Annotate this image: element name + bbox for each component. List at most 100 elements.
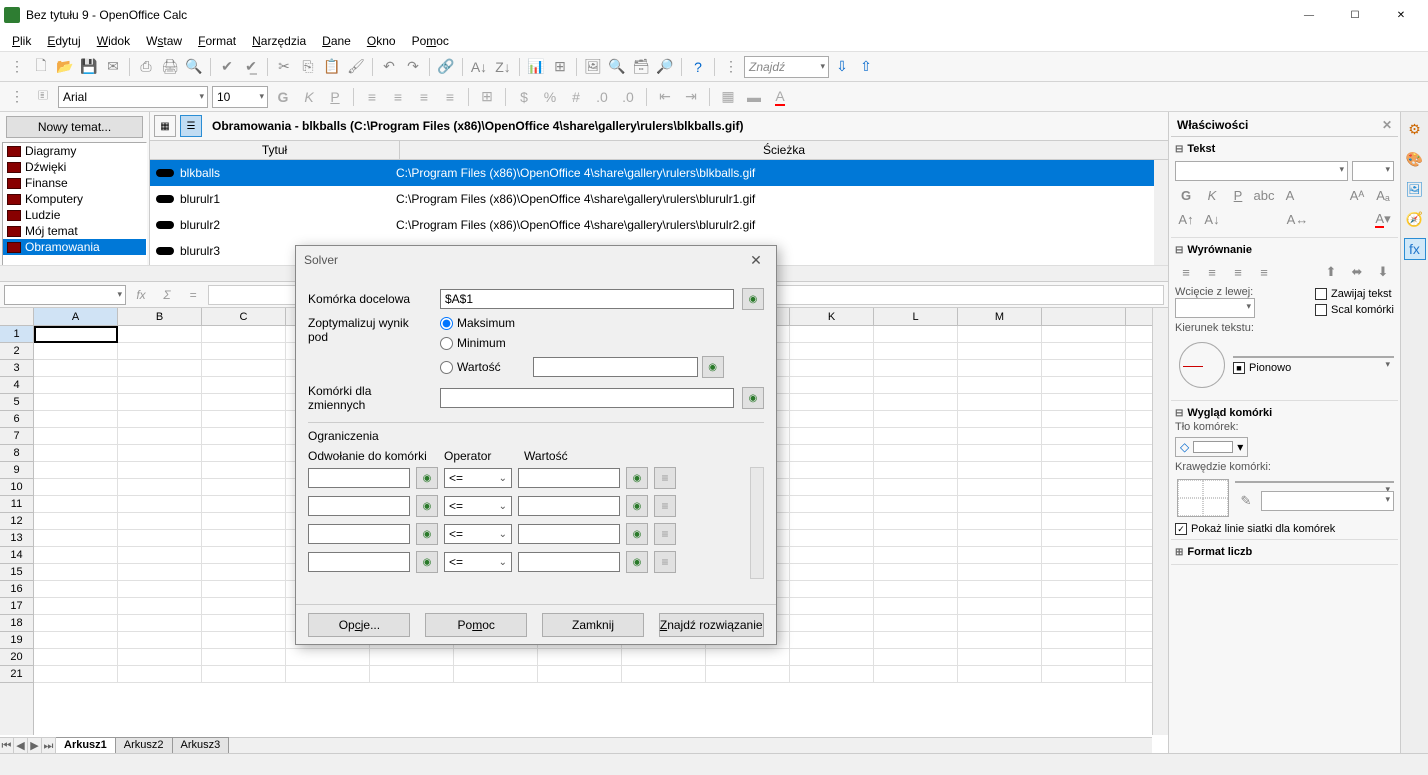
column-header[interactable]: M (958, 308, 1042, 325)
row-header[interactable]: 9 (0, 462, 33, 479)
minimize-button[interactable]: — (1286, 0, 1332, 30)
chart-icon[interactable]: 📊 (525, 56, 547, 78)
merge-icon[interactable]: ⊞ (476, 86, 498, 108)
constraint-op-combo[interactable]: <= (444, 524, 512, 544)
datasource-icon[interactable]: 🗃 (630, 56, 652, 78)
zoom-icon[interactable]: 🔎 (654, 56, 676, 78)
row-header[interactable]: 11 (0, 496, 33, 513)
constraint-delete-icon[interactable] (654, 523, 676, 545)
theme-item[interactable]: Mój temat (3, 223, 146, 239)
solver-vars-input[interactable] (440, 388, 734, 408)
redo-icon[interactable]: ↷ (402, 56, 424, 78)
row-header[interactable]: 3 (0, 360, 33, 377)
constraint-op-combo[interactable]: <= (444, 468, 512, 488)
border-color-icon[interactable]: ✎ (1235, 491, 1257, 511)
styles-icon[interactable]: 🗉 (32, 86, 54, 108)
menu-view[interactable]: Widok (91, 32, 136, 50)
row-header[interactable]: 12 (0, 513, 33, 530)
sheet-tab[interactable]: Arkusz1 (56, 737, 116, 753)
side-valign-bot-icon[interactable]: ⬇ (1372, 262, 1394, 282)
theme-item[interactable]: Komputery (3, 191, 146, 207)
side-align-justify-icon[interactable]: ≡ (1253, 262, 1275, 282)
side-shadow-icon[interactable]: A (1279, 185, 1301, 205)
sort-asc-icon[interactable]: A↓ (468, 56, 490, 78)
side-shrink-font-icon[interactable]: A↓ (1201, 209, 1223, 229)
function-wizard-icon[interactable]: fx (130, 285, 152, 305)
sheet-vscrollbar[interactable] (1152, 308, 1168, 735)
menu-window[interactable]: Okno (361, 32, 402, 50)
gallery-row[interactable]: blurulr1C:\Program Files (x86)\OpenOffic… (150, 186, 1154, 212)
theme-item[interactable]: Obramowania (3, 239, 146, 255)
row-header[interactable]: 17 (0, 598, 33, 615)
dec-decimal-icon[interactable]: .0 (617, 86, 639, 108)
align-right-icon[interactable]: ≡ (413, 86, 435, 108)
border-style-combo[interactable] (1235, 481, 1394, 483)
solver-solve-button[interactable]: Znajdź rozwiązanie (659, 613, 764, 637)
row-header[interactable]: 21 (0, 666, 33, 683)
number-icon[interactable]: # (565, 86, 587, 108)
side-size-combo[interactable] (1352, 161, 1394, 181)
solver-value-input[interactable] (533, 357, 698, 377)
menu-data[interactable]: Dane (316, 32, 357, 50)
search-next-icon[interactable]: ⇩ (831, 56, 853, 78)
row-header[interactable]: 7 (0, 428, 33, 445)
row-header[interactable]: 20 (0, 649, 33, 666)
format-paint-icon[interactable]: 🖌 (345, 56, 367, 78)
menu-tools[interactable]: Narzędzia (246, 32, 312, 50)
sheet-tab[interactable]: Arkusz3 (173, 737, 230, 753)
maximize-button[interactable]: ☐ (1332, 0, 1378, 30)
print-icon[interactable]: 🖨 (159, 56, 181, 78)
rotation-dial[interactable] (1179, 342, 1225, 388)
search-field[interactable]: Znajdź (744, 56, 829, 78)
open-icon[interactable]: 📂 (54, 56, 76, 78)
row-header[interactable]: 18 (0, 615, 33, 632)
gallery-row[interactable]: blkballsC:\Program Files (x86)\OpenOffic… (150, 160, 1154, 186)
section-number-header[interactable]: Format liczb (1175, 544, 1394, 560)
side-super-icon[interactable]: Aᴬ (1346, 185, 1368, 205)
name-box[interactable] (4, 285, 126, 305)
font-size-combo[interactable]: 10 (212, 86, 268, 108)
side-grow-font-icon[interactable]: A↑ (1175, 209, 1197, 229)
theme-item[interactable]: Finanse (3, 175, 146, 191)
constraint-op-combo[interactable]: <= (444, 552, 512, 572)
tab-first-icon[interactable]: ⏮ (0, 738, 14, 754)
spellcheck-icon[interactable]: ✔ (216, 56, 238, 78)
constraint-ref-input[interactable] (308, 524, 410, 544)
constraint-ref-pick-icon[interactable] (416, 495, 438, 517)
side-strike-icon[interactable]: abc (1253, 185, 1275, 205)
italic-icon[interactable]: K (298, 86, 320, 108)
copy-icon[interactable]: ⎘ (297, 56, 319, 78)
inc-indent-icon[interactable]: ⇥ (680, 86, 702, 108)
pdf-icon[interactable]: ⎙ (135, 56, 157, 78)
help-icon[interactable]: ? (687, 56, 709, 78)
constraint-ref-pick-icon[interactable] (416, 551, 438, 573)
theme-item[interactable]: Ludzie (3, 207, 146, 223)
row-header[interactable]: 4 (0, 377, 33, 394)
menu-edit[interactable]: Edytuj (41, 32, 86, 50)
border-color-combo[interactable] (1261, 491, 1394, 511)
bgcolor-icon[interactable]: ▬ (743, 86, 765, 108)
constraint-val-pick-icon[interactable] (626, 467, 648, 489)
gallery-col-title[interactable]: Tytuł (150, 141, 400, 159)
menu-file[interactable]: Plik (6, 32, 37, 50)
underline-icon[interactable]: P (324, 86, 346, 108)
undo-icon[interactable]: ↶ (378, 56, 400, 78)
constraint-delete-icon[interactable] (654, 467, 676, 489)
gallery-col-path[interactable]: Ścieżka (400, 141, 1168, 159)
gallery-view-list-icon[interactable]: ☰ (180, 115, 202, 137)
inc-decimal-icon[interactable]: .0 (591, 86, 613, 108)
solver-close-button[interactable]: Zamknij (542, 613, 644, 637)
toolbar-grip-icon[interactable]: ⋮ (6, 56, 28, 78)
row-header[interactable]: 14 (0, 547, 33, 564)
section-text-header[interactable]: Tekst (1175, 141, 1394, 157)
theme-item[interactable]: Dźwięki (3, 159, 146, 175)
wrap-checkbox[interactable]: Zawijaj tekst (1315, 288, 1394, 300)
solver-value-radio[interactable] (440, 361, 453, 374)
row-header[interactable]: 13 (0, 530, 33, 547)
autospell-icon[interactable]: ✔̲ (240, 56, 262, 78)
section-align-header[interactable]: Wyrównanie (1175, 242, 1394, 258)
solver-help-button[interactable]: Pomoc (425, 613, 527, 637)
constraint-val-input[interactable] (518, 552, 620, 572)
search-prev-icon[interactable]: ⇧ (855, 56, 877, 78)
constraint-val-pick-icon[interactable] (626, 495, 648, 517)
